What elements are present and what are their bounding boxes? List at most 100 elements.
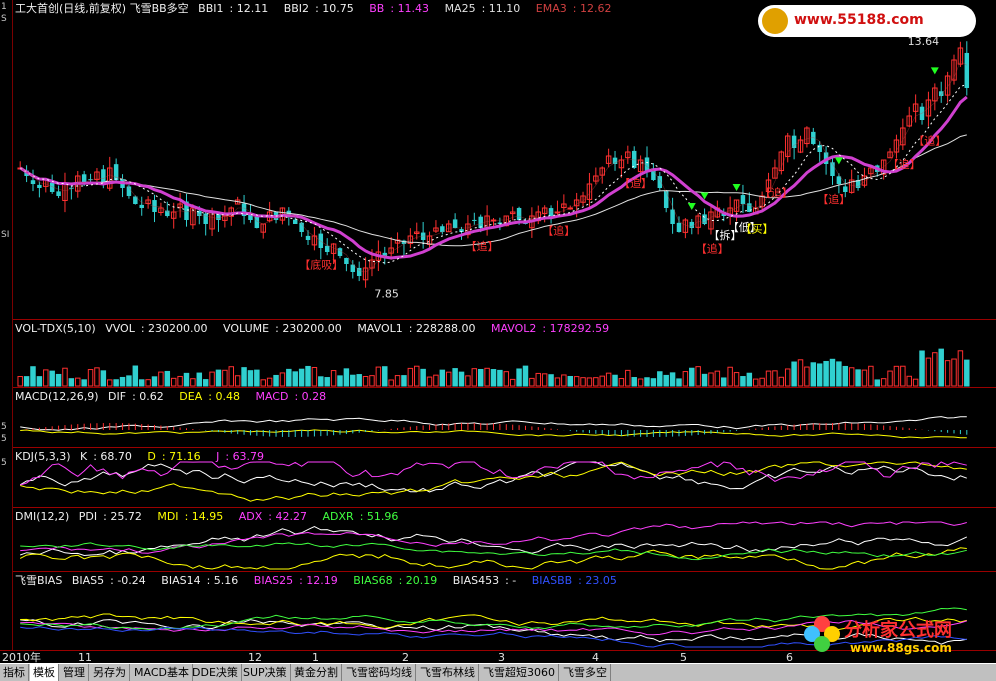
volume-bar [484, 367, 490, 387]
volume-bar [618, 378, 625, 387]
indicator-tab[interactable]: 飞雪密码均线 [343, 664, 416, 681]
candle-body [478, 216, 483, 228]
candle-body [337, 248, 343, 256]
volume-bar [81, 379, 87, 387]
kdj-pane[interactable]: KDJ(5,3,3) K: 68.70 D: 71.16 J: 63.79 [13, 448, 996, 508]
volume-bar [394, 375, 401, 387]
volume-bar [637, 378, 644, 387]
volume-bar [695, 366, 701, 387]
candle-body [689, 221, 695, 228]
candle-body [612, 157, 618, 164]
volume-bar [158, 371, 164, 387]
volume-bar [701, 373, 708, 387]
flower-logo-icon [804, 616, 840, 652]
indicator-tab[interactable]: 飞雪布林线 [417, 664, 479, 681]
volume-bar [784, 368, 791, 387]
candle-body [292, 219, 298, 224]
legend-bbi1: BBI1: 12.11 [198, 2, 269, 15]
signal-annotation: 【追】 [542, 224, 575, 238]
indicator-tab[interactable]: 飞雪超短3060 [480, 664, 559, 681]
volume-bar [407, 367, 414, 387]
indicator-tab[interactable]: 模板 [30, 664, 59, 681]
chart-area[interactable]: 工大首创(日线,前复权) 飞雪BB多空 BBI1: 12.11 BBI2: 10… [13, 0, 996, 650]
volume-bar [644, 377, 650, 387]
candle-body [37, 184, 42, 188]
volume-bar [503, 371, 510, 387]
signal-annotation: 【追】 [888, 157, 921, 171]
kdj-title: KDJ(5,3,3) [15, 450, 71, 463]
macd-pane[interactable]: MACD(12,26,9) DIF: 0.62 DEA: 0.48 MACD: … [13, 388, 996, 448]
volume-bar [944, 360, 951, 387]
volume-bar [433, 374, 439, 387]
volume-bar [919, 350, 925, 387]
candle-body [344, 257, 349, 264]
volume-bar [215, 369, 222, 387]
legend-ma25: MA25: 11.10 [444, 2, 521, 15]
volume-bar [829, 358, 836, 387]
volume-bar [75, 377, 81, 387]
dmi-pane[interactable]: DMI(12,2) PDI: 25.72 MDI: 14.95 ADX: 42.… [13, 508, 996, 572]
volume-bar [369, 375, 375, 387]
candle-body [964, 52, 970, 88]
volume-bar [477, 368, 484, 387]
indicator-tab[interactable]: 另存为 [90, 664, 130, 681]
volume-bar [509, 378, 516, 387]
volume-bar [932, 352, 938, 387]
volume-bar [324, 377, 330, 387]
legend-mdi: MDI: 14.95 [157, 510, 224, 523]
bias-legend: 飞雪BIAS BIAS5: -0.24 BIAS14: 5.16 BIAS25:… [15, 574, 629, 587]
buy-arrow-icon [930, 67, 939, 75]
legend-biasbb: BIASBB: 23.05 [531, 574, 617, 587]
indicator-tab[interactable]: SUP决策 [240, 664, 291, 681]
volume-bar [145, 379, 151, 387]
volume-bar [87, 369, 94, 387]
volume-bar [426, 376, 433, 387]
volume-bar [164, 370, 171, 387]
main-price-pane[interactable]: 工大首创(日线,前复权) 飞雪BB多空 BBI1: 12.11 BBI2: 10… [13, 0, 996, 320]
volume-bar [138, 379, 145, 387]
candle-body [30, 180, 36, 184]
legend-macd: MACD: 0.28 [255, 390, 327, 403]
signal-annotation: 【追】 [760, 185, 793, 199]
volume-pane[interactable]: VOL-TDX(5,10) VVOL: 230200.00 VOLUME: 23… [13, 320, 996, 388]
indicator-tab[interactable]: 飞雪多空 [560, 664, 611, 681]
volume-bar [868, 365, 874, 387]
bbi-dotted-line [19, 84, 967, 264]
price-axis-left: 1 S SI 5 5 5 [0, 0, 13, 650]
volume-bar [356, 374, 362, 387]
volume-bar [151, 376, 158, 387]
volume-bar [247, 370, 254, 387]
indicator-tab[interactable]: 指标 [0, 664, 29, 681]
legend-k: K: 68.70 [80, 450, 132, 463]
legend-adx: ADX: 42.27 [238, 510, 307, 523]
indicator-tab[interactable]: MACD基本 [131, 664, 193, 681]
volume-bar [228, 366, 235, 387]
left-axis-tick: 5 [1, 458, 7, 468]
volume-bar [625, 369, 631, 387]
volume-bar [631, 377, 637, 387]
left-axis-tick: 5 [1, 434, 7, 444]
volume-bar [880, 378, 887, 387]
indicator-tab[interactable]: 黄金分割 [291, 664, 342, 681]
indicator-tab[interactable]: 管理 [60, 664, 89, 681]
volume-bar [43, 369, 49, 387]
volume-bar [573, 376, 580, 387]
volume-bar [196, 372, 203, 387]
candle-body [791, 135, 797, 148]
volume-bar [804, 366, 810, 387]
volume-bar [657, 371, 663, 387]
volume-bar [260, 379, 266, 387]
candle-body [938, 91, 944, 96]
volume-bar [682, 371, 689, 387]
candle-body [318, 233, 324, 248]
j-line [20, 461, 967, 486]
volume-bar [62, 367, 68, 387]
candlestick-chart[interactable]: 13.647.85【追】【追】【追】【追】【追】【追】【追】【底吸】【拆】【低】… [13, 0, 996, 320]
left-axis-tick: 5 [1, 422, 7, 432]
volume-bar [318, 376, 324, 387]
volume-bar [740, 376, 746, 387]
indicator-tab[interactable]: DDE决策 [189, 664, 242, 681]
volume-bar [222, 369, 228, 387]
legend-bias453: BIAS453: - [452, 574, 517, 587]
legend-volume: VOLUME: 230200.00 [223, 322, 342, 335]
